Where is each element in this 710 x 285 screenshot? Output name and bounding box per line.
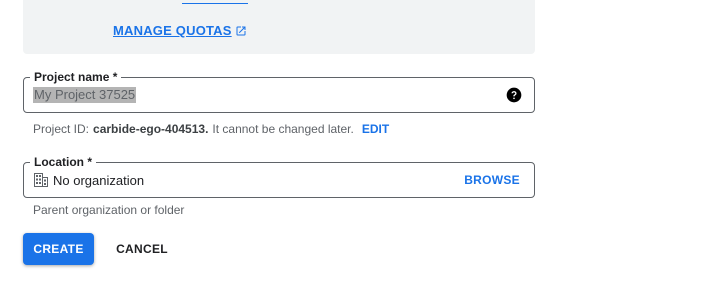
help-circle-icon[interactable]	[506, 87, 522, 103]
location-helper-text: Parent organization or folder	[33, 203, 185, 217]
building-icon	[34, 173, 48, 187]
manage-quotas-link[interactable]: MANAGE QUOTAS	[113, 23, 247, 38]
project-id-note: It cannot be changed later.	[212, 122, 354, 136]
manage-quotas-label: MANAGE QUOTAS	[113, 23, 232, 38]
location-field[interactable]: Location * No organization BROWSE	[23, 155, 535, 198]
truncated-link-underline	[182, 3, 248, 4]
project-id-line: Project ID: carbide-ego-404513. It canno…	[33, 122, 389, 136]
project-id-value: carbide-ego-404513.	[93, 122, 209, 136]
create-button[interactable]: CREATE	[23, 233, 94, 265]
location-label: Location *	[30, 155, 97, 169]
browse-button[interactable]: BROWSE	[464, 173, 520, 187]
project-name-field[interactable]: Project name * My Project 37525	[23, 70, 535, 113]
open-in-new-icon	[236, 26, 246, 35]
location-value: No organization	[53, 173, 145, 188]
project-name-label: Project name *	[30, 70, 122, 84]
edit-project-id-button[interactable]: EDIT	[362, 122, 389, 136]
quota-info-panel: MANAGE QUOTAS	[23, 0, 535, 54]
project-id-prefix: Project ID:	[33, 122, 90, 136]
project-name-input[interactable]: My Project 37525	[33, 87, 137, 103]
cancel-button[interactable]: CANCEL	[106, 233, 178, 265]
